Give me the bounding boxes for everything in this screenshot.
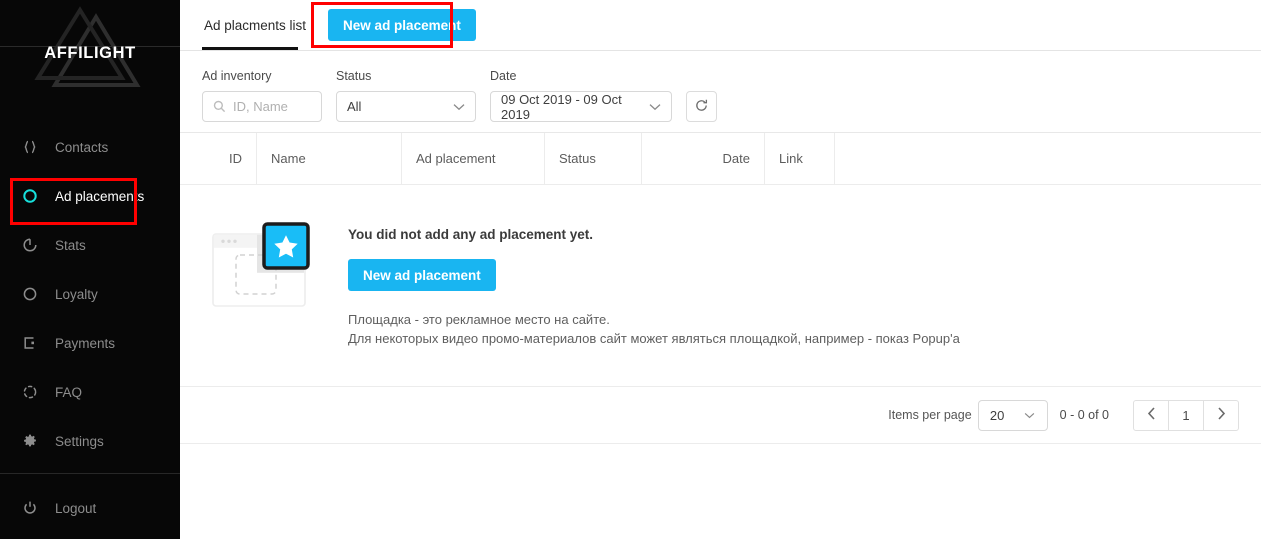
empty-state-hint-line-2: Для некоторых видео промо-материалов сай…: [348, 331, 960, 346]
table-header-status[interactable]: Status: [545, 132, 642, 185]
new-ad-placement-button-wrap: New ad placement: [328, 9, 476, 41]
table-header-actions: [835, 133, 1261, 185]
chevron-left-icon: [1147, 407, 1156, 423]
sidebar-item-label: Settings: [55, 433, 104, 449]
empty-state-hint-line-1: Площадка - это рекламное место на сайте.: [348, 312, 610, 327]
sidebar-item-stats[interactable]: Stats: [0, 228, 180, 262]
chevron-down-icon: [649, 103, 661, 111]
items-per-page-value: 20: [989, 407, 1005, 423]
table-header-name[interactable]: Name: [257, 132, 402, 185]
pagination-next-button[interactable]: [1203, 399, 1239, 431]
sidebar-item-ad-placements[interactable]: Ad placements: [0, 179, 180, 213]
pagination-nav: 1: [1133, 399, 1239, 431]
sidebar: AFFILIGHT Contacts Ad placements Stats L…: [0, 0, 180, 539]
table-header-date[interactable]: Date: [642, 132, 765, 185]
filter-reset-wrap: [686, 91, 717, 122]
search-input-placeholder: ID, Name: [233, 99, 288, 114]
tab-bar: Ad placments list New ad placement: [180, 0, 1261, 51]
filter-status: Status All: [336, 69, 476, 122]
filter-label-status: Status: [336, 69, 372, 83]
sidebar-item-label: Logout: [55, 500, 97, 516]
table-header-id[interactable]: ID: [202, 132, 257, 185]
new-ad-placement-button-empty[interactable]: New ad placement: [348, 259, 496, 291]
circle-ring-icon: [21, 187, 39, 205]
tab-ad-placements-list[interactable]: Ad placments list: [202, 0, 308, 51]
chevron-down-icon: [453, 103, 465, 111]
sidebar-item-payments[interactable]: Payments: [0, 326, 180, 360]
empty-state-title: You did not add any ad placement yet.: [348, 227, 594, 242]
reset-filters-button[interactable]: [686, 91, 717, 122]
date-range-value: 09 Oct 2019 - 09 Oct 2019: [501, 91, 622, 122]
pagination-range: 0 - 0 of 0: [1059, 408, 1109, 422]
date-range-select[interactable]: 09 Oct 2019 - 09 Oct 2019: [490, 91, 672, 122]
table-header-row: ID Name Ad placement Status Date Link: [180, 132, 1261, 185]
power-icon: [21, 499, 39, 517]
braces-icon: [21, 138, 39, 156]
sidebar-item-logout[interactable]: Logout: [0, 491, 180, 525]
sidebar-item-label: Loyalty: [55, 286, 98, 302]
sidebar-nav: Contacts Ad placements Stats Loyalty Pay…: [0, 92, 180, 525]
status-select[interactable]: All: [336, 91, 476, 122]
status-select-value: All: [347, 99, 362, 114]
search-icon: [213, 100, 226, 113]
sidebar-item-faq[interactable]: FAQ: [0, 375, 180, 409]
search-input-wrap[interactable]: ID, Name: [202, 91, 322, 122]
main-content: Ad placments list New ad placement Ad in…: [180, 0, 1261, 539]
pagination-page-button[interactable]: 1: [1168, 399, 1204, 431]
circle-outline-icon: [21, 285, 39, 303]
refresh-icon: [694, 98, 709, 116]
ad-placement-star-illustration: [210, 221, 310, 311]
table-header-spacer: [180, 133, 202, 185]
items-per-page-label: Items per page: [888, 408, 972, 422]
pagination-prev-button[interactable]: [1133, 399, 1169, 431]
table-header-link[interactable]: Link: [765, 132, 835, 185]
filter-ad-inventory: Ad inventory ID, Name: [202, 69, 322, 122]
filters-bar: Ad inventory ID, Name Status All Date 09…: [180, 51, 1261, 122]
sidebar-item-label: Ad placements: [55, 188, 145, 204]
sidebar-divider: [0, 473, 180, 474]
items-per-page-select[interactable]: 20: [977, 399, 1048, 431]
sidebar-item-label: Contacts: [55, 139, 109, 155]
filter-label-date: Date: [490, 69, 517, 83]
empty-state-text: You did not add any ad placement yet. Ne…: [348, 219, 960, 348]
sidebar-item-contacts[interactable]: Contacts: [0, 130, 180, 164]
tab-label: Ad placments list: [204, 17, 307, 33]
filter-date: Date 09 Oct 2019 - 09 Oct 2019: [490, 69, 672, 122]
app-root: AFFILIGHT Contacts Ad placements Stats L…: [0, 0, 1261, 539]
ad-placements-table: ID Name Ad placement Status Date Link Yo…: [180, 132, 1261, 444]
empty-state-hint: Площадка - это рекламное место на сайте.…: [348, 310, 960, 348]
pagination: Items per page 20 0 - 0 of 0 1: [180, 387, 1261, 443]
brand-logo[interactable]: AFFILIGHT: [0, 0, 180, 92]
sidebar-item-label: Payments: [55, 335, 116, 351]
table-header-ad-placement[interactable]: Ad placement: [402, 132, 545, 185]
card-icon: [21, 334, 39, 352]
progress-circle-icon: [21, 236, 39, 254]
filter-label-ad-inventory: Ad inventory: [202, 69, 272, 83]
sidebar-item-label: FAQ: [55, 384, 83, 400]
tab-active-indicator: [202, 47, 298, 50]
dashed-circle-icon: [21, 383, 39, 401]
gear-icon: [21, 432, 39, 450]
sidebar-item-label: Stats: [55, 237, 86, 253]
sidebar-item-loyalty[interactable]: Loyalty: [0, 277, 180, 311]
sidebar-item-settings[interactable]: Settings: [0, 424, 180, 458]
new-ad-placement-button-top[interactable]: New ad placement: [328, 9, 476, 41]
brand-name: AFFILIGHT: [44, 44, 136, 62]
chevron-right-icon: [1217, 407, 1226, 423]
empty-state: You did not add any ad placement yet. Ne…: [180, 185, 1261, 387]
chevron-down-icon: [1024, 412, 1035, 419]
